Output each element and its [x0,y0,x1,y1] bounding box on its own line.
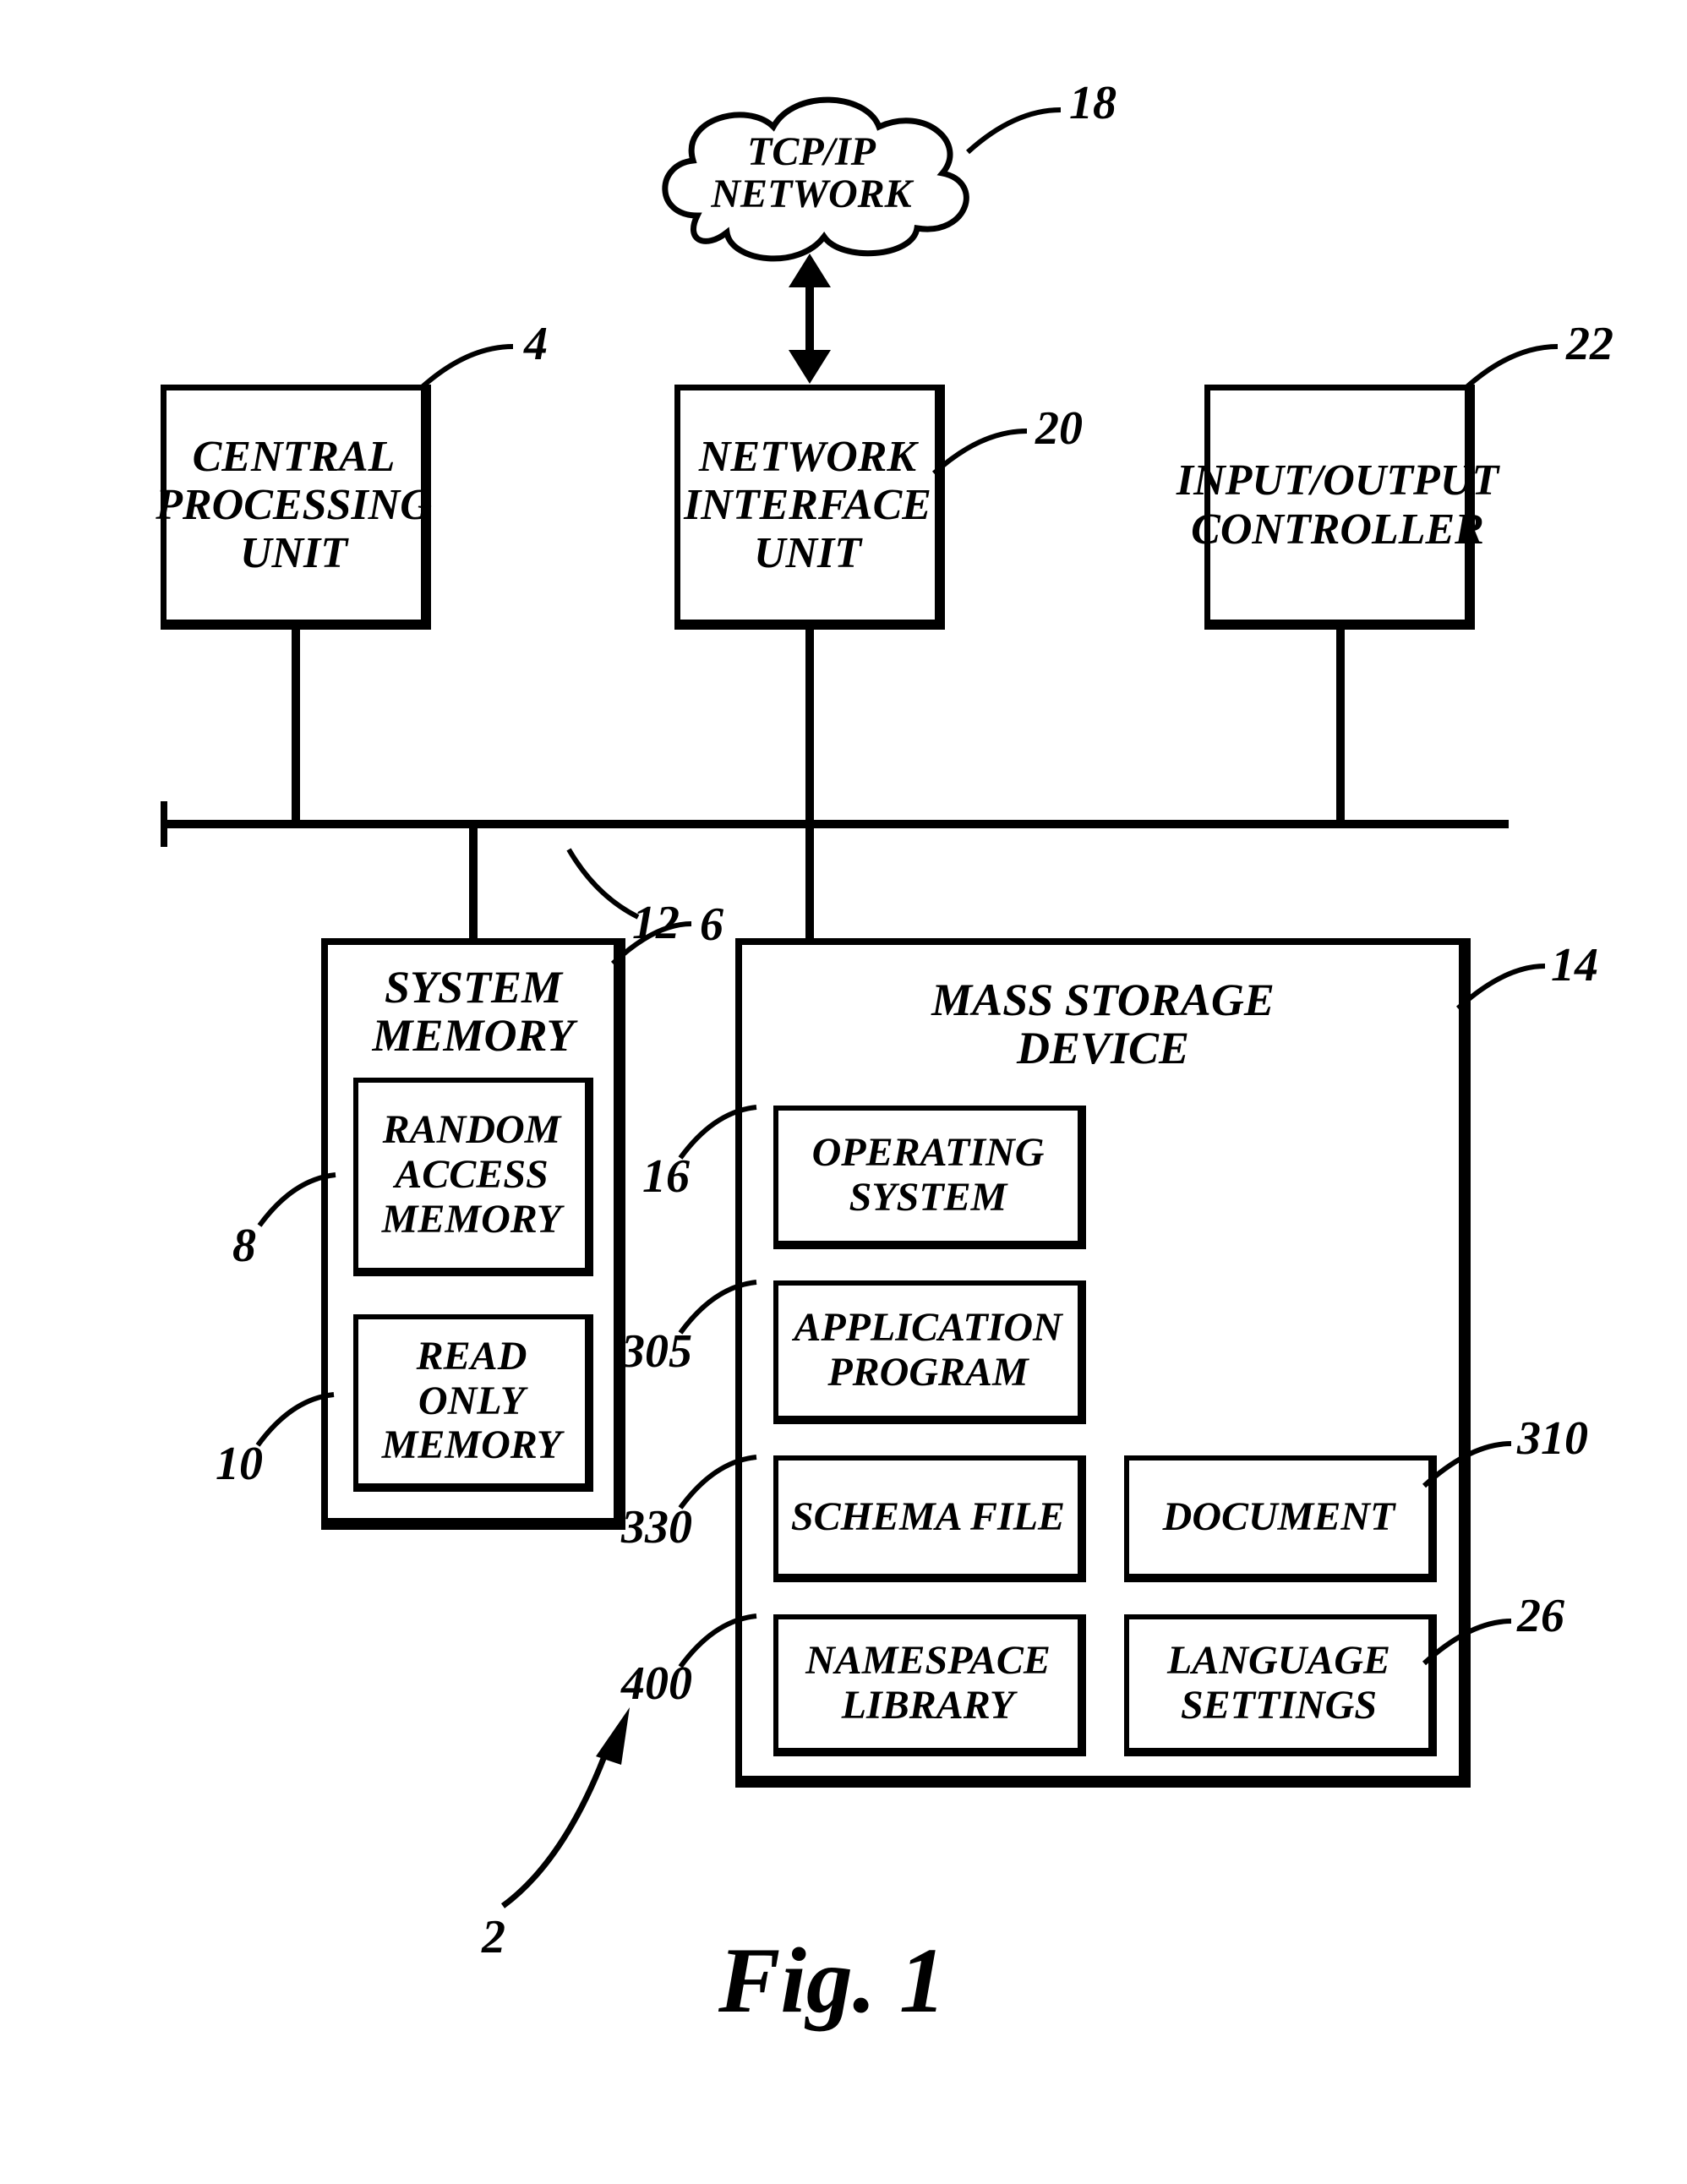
figure-canvas: TCP/IP NETWORK 18 CENTRAL PROCESSING UNI… [0,0,1687,2184]
ref-sys-mem: 6 [700,898,723,952]
ref-nic: 20 [1035,401,1083,456]
schema-file-block: SCHEMA FILE [773,1455,1086,1582]
ref-network-cloud: 18 [1069,76,1116,130]
os-block: OPERATING SYSTEM [773,1106,1086,1249]
language-settings-block: LANGUAGE SETTINGS [1124,1614,1437,1756]
ram-label: RANDOM ACCESS MEMORY [365,1108,578,1242]
ref-document: 310 [1517,1411,1588,1466]
rom-label: READ ONLY MEMORY [365,1335,578,1468]
ref-rom: 10 [216,1437,263,1491]
system-bus-line [161,820,1509,828]
mass-storage-title: MASS STORAGE DEVICE [913,976,1293,1072]
ref-leader-system [469,1699,630,1910]
language-settings-label: LANGUAGE SETTINGS [1136,1639,1422,1728]
ref-ram: 8 [232,1219,256,1273]
arrowhead-down-icon [789,350,831,384]
cpu-label: CENTRAL PROCESSING UNIT [156,433,432,578]
nic-block: NETWORK INTERFACE UNIT [674,385,945,630]
rom-block: READ ONLY MEMORY [353,1314,593,1492]
ram-block: RANDOM ACCESS MEMORY [353,1078,593,1276]
nic-label: NETWORK INTERFACE UNIT [684,433,931,578]
ref-leader-ram [255,1166,340,1230]
cpu-block: CENTRAL PROCESSING UNIT [161,385,431,630]
ref-leader-rom [254,1386,338,1450]
document-block: DOCUMENT [1124,1455,1437,1582]
ref-os: 16 [642,1149,690,1204]
figure-caption: Fig. 1 [718,1927,946,2034]
os-label: OPERATING SYSTEM [785,1131,1071,1220]
ref-leader-mass [1454,959,1547,1018]
ref-cpu: 4 [524,317,548,371]
ref-mass-storage: 14 [1551,938,1598,992]
ref-app-prog: 305 [621,1324,692,1379]
ref-ns-library: 400 [621,1657,692,1711]
ref-leader-lang [1420,1614,1513,1673]
network-cloud-label: TCP/IP NETWORK [693,131,930,216]
io-controller-block: INPUT/OUTPUT CONTROLLER [1204,385,1475,630]
ref-leader-io [1460,338,1562,397]
system-memory-title: SYSTEM MEMORY [338,964,609,1059]
ref-leader-cpu [416,338,517,397]
ref-io: 22 [1566,317,1613,371]
ref-leader-sysmem [609,917,693,972]
namespace-library-block: NAMESPACE LIBRARY [773,1614,1086,1756]
document-label: DOCUMENT [1163,1495,1395,1540]
schema-file-label: SCHEMA FILE [791,1495,1065,1540]
app-program-block: APPLICATION PROGRAM [773,1280,1086,1424]
io-label: INPUT/OUTPUT CONTROLLER [1177,456,1499,553]
ref-leader-nic [930,423,1031,482]
ref-leader-cloud [964,101,1065,161]
ref-system: 2 [482,1910,505,1964]
ref-schema-file: 330 [621,1500,692,1554]
ref-lang-settings: 26 [1517,1589,1564,1643]
app-program-label: APPLICATION PROGRAM [785,1306,1071,1395]
namespace-library-label: NAMESPACE LIBRARY [785,1639,1071,1728]
ref-leader-doc [1420,1437,1513,1496]
